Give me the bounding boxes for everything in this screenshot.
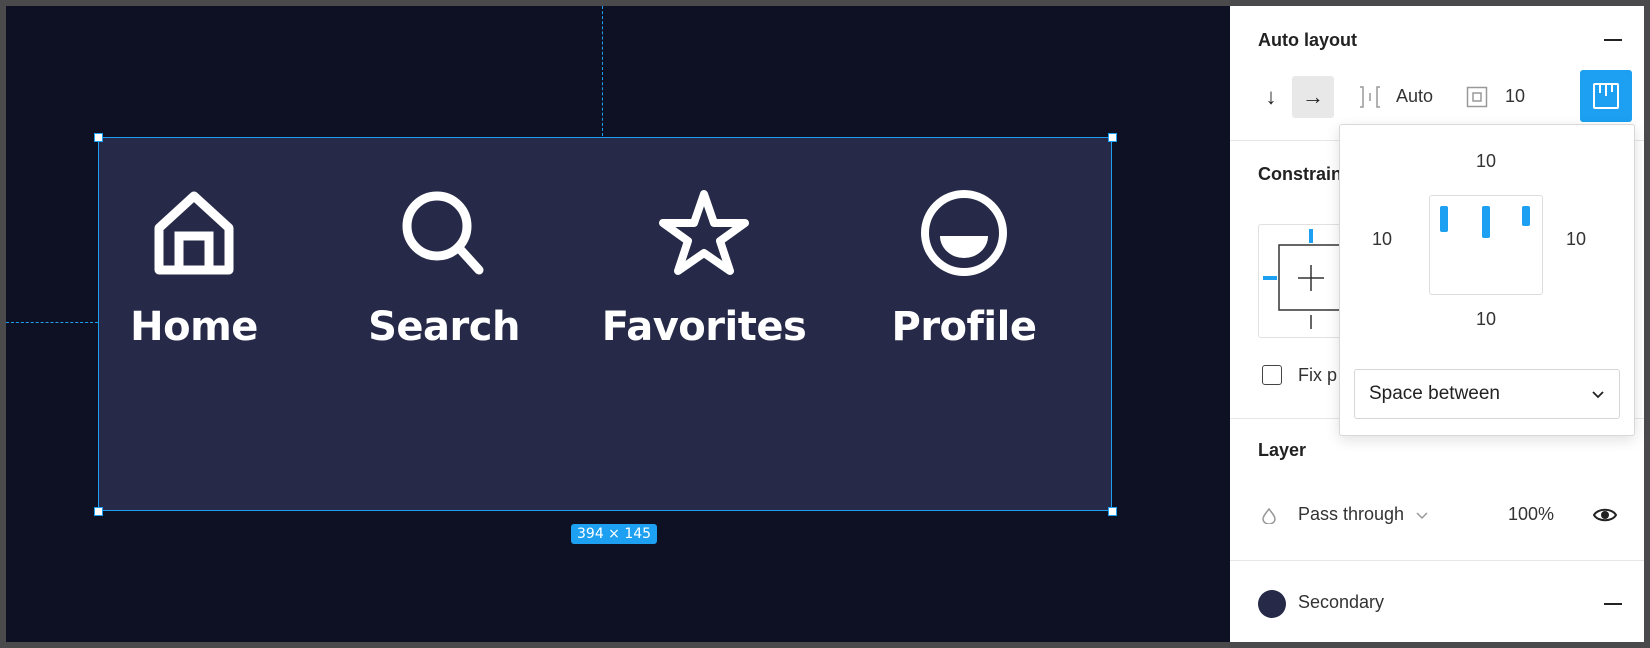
fill-color-swatch[interactable] bbox=[1258, 590, 1286, 618]
direction-horizontal-button[interactable]: → bbox=[1292, 76, 1334, 118]
resize-handle-top-right[interactable] bbox=[1108, 133, 1117, 142]
nav-label-home: Home bbox=[130, 304, 258, 350]
arrow-down-icon: ↓ bbox=[1265, 84, 1277, 109]
remove-fill-icon[interactable] bbox=[1604, 603, 1622, 605]
layer-title: Layer bbox=[1258, 440, 1307, 460]
resize-handle-bottom-right[interactable] bbox=[1108, 507, 1117, 516]
nav-label-search: Search bbox=[368, 304, 520, 350]
remove-auto-layout-icon[interactable] bbox=[1604, 39, 1622, 41]
nav-label-profile: Profile bbox=[891, 304, 1037, 350]
spacing-value[interactable]: Auto bbox=[1396, 86, 1433, 107]
padding-right-value[interactable]: 10 bbox=[1556, 229, 1596, 250]
auto-layout-title: Auto layout bbox=[1258, 30, 1357, 50]
padding-left-value[interactable]: 10 bbox=[1362, 229, 1402, 250]
distribution-select[interactable]: Space between bbox=[1354, 369, 1620, 419]
search-icon bbox=[402, 191, 484, 275]
section-divider bbox=[1230, 560, 1644, 561]
navbar-frame[interactable]: Home Search Favorites Profile bbox=[98, 137, 1112, 511]
design-canvas[interactable]: Home Search Favorites Profile 394 × 145 bbox=[6, 6, 1230, 642]
padding-icon bbox=[1466, 86, 1488, 108]
nav-item-profile[interactable]: Profile bbox=[854, 188, 1074, 350]
nav-item-favorites[interactable]: Favorites bbox=[594, 188, 814, 350]
blend-mode-icon bbox=[1262, 508, 1276, 524]
chevron-down-icon bbox=[1416, 512, 1428, 520]
spacing-icon bbox=[1360, 86, 1380, 108]
alignment-bar-left bbox=[1440, 206, 1448, 232]
size-badge: 394 × 145 bbox=[571, 524, 658, 544]
padding-bottom-value[interactable]: 10 bbox=[1466, 309, 1506, 330]
fix-position-checkbox[interactable] bbox=[1262, 365, 1282, 385]
vertical-guide bbox=[602, 6, 603, 136]
fix-position-label: Fix p bbox=[1298, 365, 1338, 385]
distribution-value: Space between bbox=[1369, 383, 1500, 404]
nav-item-search[interactable]: Search bbox=[334, 188, 554, 350]
alignment-bar-right bbox=[1522, 206, 1530, 226]
home-icon bbox=[154, 191, 234, 275]
eye-icon[interactable] bbox=[1592, 506, 1618, 524]
arrow-right-icon: → bbox=[1302, 84, 1324, 109]
alignment-padding-popover: 10 10 10 10 Space between bbox=[1339, 124, 1635, 436]
nav-item-home[interactable]: Home bbox=[84, 188, 304, 350]
blend-mode-dropdown[interactable]: Pass through bbox=[1298, 504, 1429, 525]
constraints-title: Constrain bbox=[1258, 164, 1343, 184]
fill-style-name[interactable]: Secondary bbox=[1298, 592, 1384, 613]
nav-label-favorites: Favorites bbox=[601, 304, 807, 350]
resize-handle-bottom-left[interactable] bbox=[94, 507, 103, 516]
padding-value[interactable]: 10 bbox=[1505, 86, 1525, 107]
alignment-icon bbox=[1593, 83, 1619, 109]
padding-top-value[interactable]: 10 bbox=[1466, 151, 1506, 172]
direction-vertical-button[interactable]: ↓ bbox=[1250, 76, 1292, 118]
blend-mode-value: Pass through bbox=[1298, 504, 1405, 524]
opacity-value[interactable]: 100% bbox=[1508, 504, 1554, 525]
star-icon bbox=[659, 190, 749, 275]
alignment-grid[interactable] bbox=[1429, 195, 1543, 295]
chevron-down-icon bbox=[1592, 391, 1604, 399]
alignment-bar-center bbox=[1482, 206, 1490, 238]
resize-handle-top-left[interactable] bbox=[94, 133, 103, 142]
alignment-padding-button[interactable] bbox=[1580, 70, 1632, 122]
profile-icon bbox=[921, 190, 1007, 276]
